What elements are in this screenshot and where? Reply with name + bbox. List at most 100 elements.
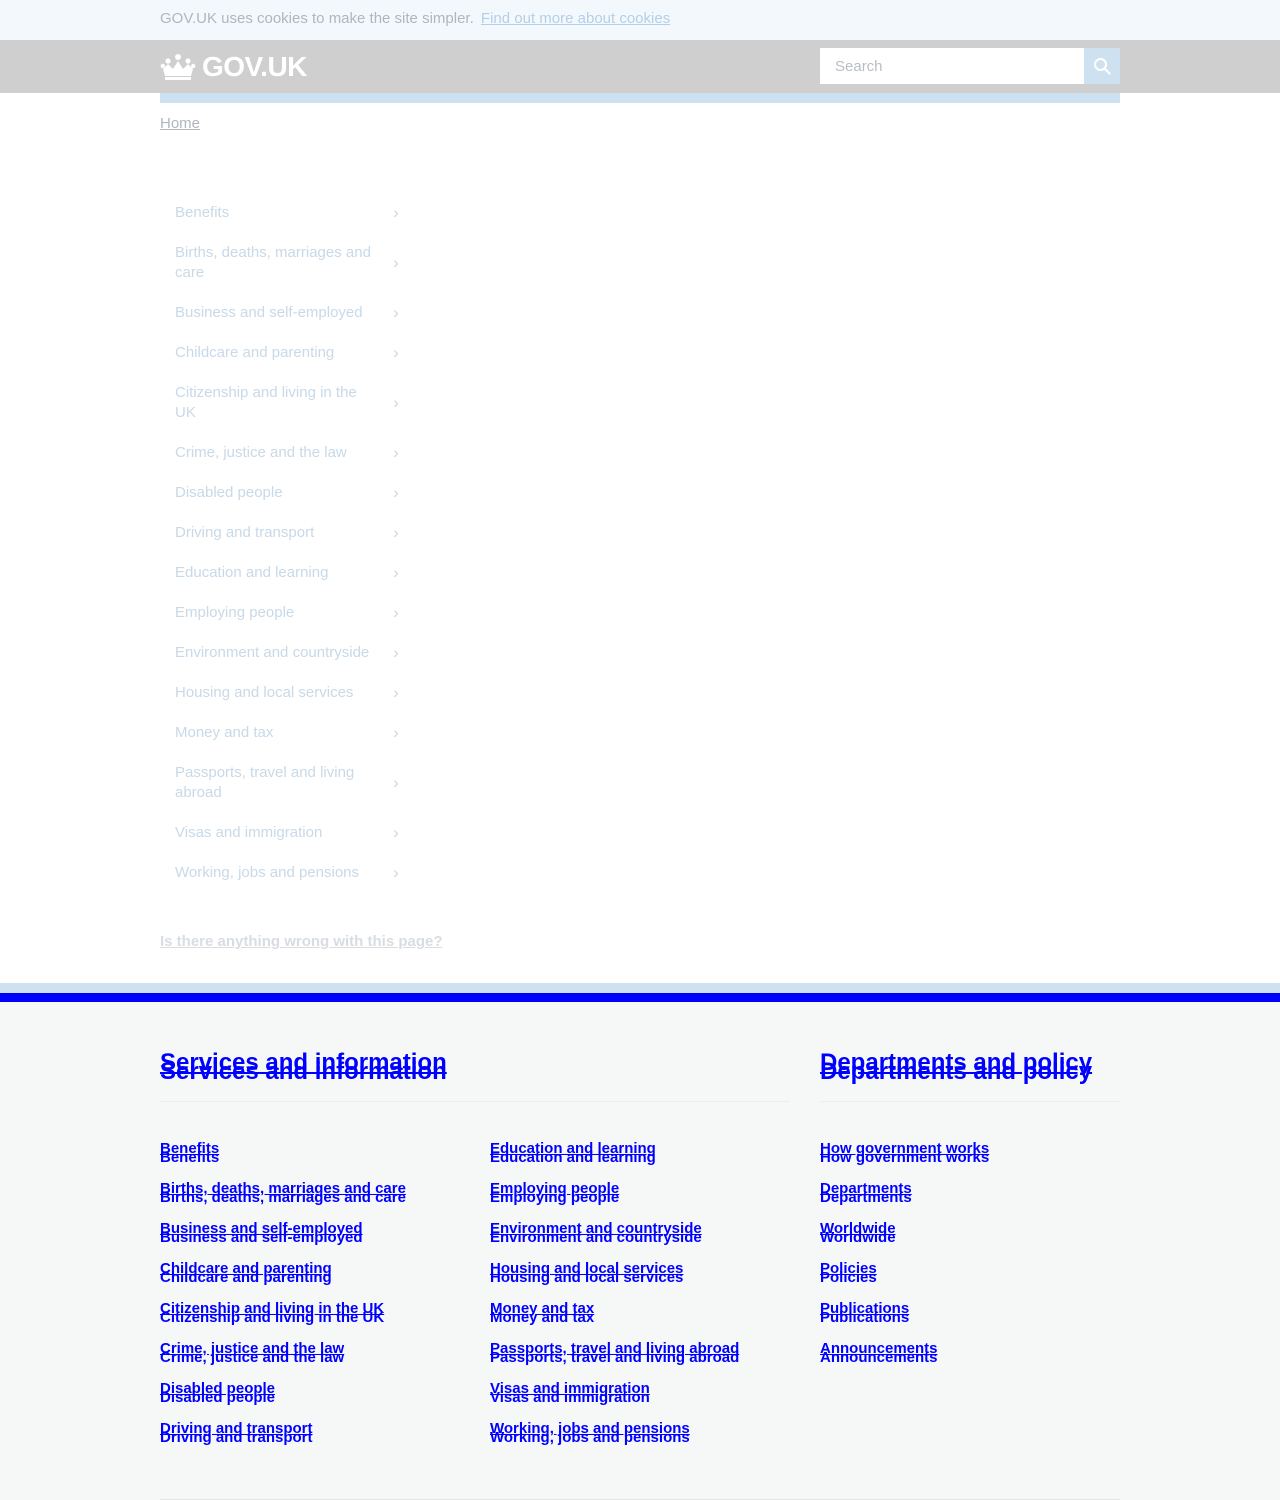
topic-item[interactable]: Business and self-employed › (160, 293, 405, 333)
search-icon (1094, 58, 1111, 75)
topic-item[interactable]: Births, deaths, marriages and care › (160, 233, 405, 293)
footer-link[interactable]: Business and self-employed Business and s… (160, 1220, 363, 1246)
footer-link[interactable]: Births, deaths, marriages and care Births… (160, 1180, 406, 1206)
chevron-right-icon: › (393, 723, 399, 742)
footer-link[interactable]: Policies Policies (820, 1260, 877, 1286)
cookie-info-link[interactable]: Find out more about cookies (481, 10, 670, 27)
topic-item[interactable]: Crime, justice and the law › (160, 433, 405, 473)
govuk-logo-link[interactable]: GOV.UK (160, 51, 307, 83)
departments-heading-echo: Departments and policy (820, 1058, 1093, 1085)
footer-blue-rule (0, 993, 1280, 1002)
footer-link-echo: Employing people (490, 1189, 620, 1206)
footer-link[interactable]: Housing and local services Housing and lo… (490, 1260, 683, 1286)
topic-label: Births, deaths, marriages and care (175, 244, 371, 281)
footer-list-item: Education and learning Education and lear… (490, 1140, 739, 1180)
footer-link-echo: Benefits (160, 1149, 220, 1166)
topic-item[interactable]: Benefits › (160, 193, 405, 233)
search-button[interactable] (1084, 48, 1120, 84)
footer-link[interactable]: Money and tax Money and tax (490, 1300, 594, 1326)
footer-link[interactable]: Visas and immigration Visas and immigrati… (490, 1380, 650, 1406)
footer-link-echo: Citizenship and living in the UK (160, 1309, 385, 1326)
footer-link[interactable]: Citizenship and living in the UK Citizens… (160, 1300, 384, 1326)
footer-link[interactable]: Driving and transport Driving and transpo… (160, 1420, 313, 1446)
footer-link[interactable]: Announcements Announcements (820, 1340, 938, 1366)
crown-icon (160, 54, 196, 80)
footer-link[interactable]: Employing people Employing people (490, 1180, 619, 1206)
footer-services-column-2: Education and learning Education and lear… (490, 1140, 739, 1460)
topic-item[interactable]: Money and tax › (160, 713, 405, 753)
footer-link[interactable]: Environment and countryside Environment a… (490, 1220, 702, 1246)
footer-list-item: How government works How government works (820, 1140, 989, 1180)
footer-link[interactable]: Benefits Benefits (160, 1140, 219, 1166)
services-heading-echo: Services and information (160, 1058, 447, 1085)
footer-link-echo: Crime, justice and the law (160, 1349, 345, 1366)
topic-item[interactable]: Driving and transport › (160, 513, 405, 553)
footer-link[interactable]: Departments Departments (820, 1180, 912, 1206)
footer-link[interactable]: Worldwide Worldwide (820, 1220, 896, 1246)
departments-divider (820, 1101, 1120, 1102)
report-problem-link[interactable]: Is there anything wrong with this page? (160, 933, 443, 950)
footer-link-echo: Childcare and parenting (160, 1269, 332, 1286)
footer-list-item: Citizenship and living in the UK Citizens… (160, 1300, 406, 1340)
topic-label: Disabled people (175, 484, 283, 501)
cookie-message: GOV.UK uses cookies to make the site sim… (160, 10, 474, 27)
topic-item[interactable]: Citizenship and living in the UK › (160, 373, 405, 433)
topic-navigation-list: Benefits › Births, deaths, marriages and c… (160, 193, 405, 893)
topic-item[interactable]: Environment and countryside › (160, 633, 405, 673)
topic-item[interactable]: Visas and immigration › (160, 813, 405, 853)
departments-heading[interactable]: Departments and policy Departments and p… (820, 1051, 1120, 1084)
topic-label: Business and self-employed (175, 304, 363, 321)
footer-link-echo: Business and self-employed (160, 1229, 363, 1246)
topic-item[interactable]: Working, jobs and pensions › (160, 853, 405, 893)
footer-list-item: Childcare and parenting Childcare and par… (160, 1260, 406, 1300)
topic-item[interactable]: Education and learning › (160, 553, 405, 593)
footer-link-echo: Departments (820, 1189, 912, 1206)
topic-item[interactable]: Disabled people › (160, 473, 405, 513)
footer-list-item: Business and self-employed Business and s… (160, 1220, 406, 1260)
footer-link-echo: Visas and immigration (490, 1389, 650, 1406)
chevron-right-icon: › (393, 203, 399, 222)
topic-label: Housing and local services (175, 684, 354, 701)
footer-list-item: Passports, travel and living abroad Passp… (490, 1340, 739, 1380)
footer-link[interactable]: Crime, justice and the law Crime, justice… (160, 1340, 344, 1366)
footer-link-echo: Births, deaths, marriages and care (160, 1189, 406, 1206)
footer-list-item: Announcements Announcements (820, 1340, 989, 1380)
chevron-right-icon: › (393, 773, 399, 792)
search-input[interactable] (820, 48, 1084, 84)
footer-link-echo: Passports, travel and living abroad (490, 1349, 740, 1366)
topic-label: Benefits (175, 204, 230, 221)
footer-link[interactable]: Working, jobs and pensions Working, jobs … (490, 1420, 690, 1446)
footer-link-echo: How government works (820, 1149, 990, 1166)
topic-label: Crime, justice and the law (175, 444, 347, 461)
chevron-right-icon: › (393, 823, 399, 842)
logo-text: GOV.UK (202, 51, 307, 82)
footer-link[interactable]: How government works How government works (820, 1140, 989, 1166)
topic-item[interactable]: Childcare and parenting › (160, 333, 405, 373)
chevron-right-icon: › (393, 643, 399, 662)
topic-label: Visas and immigration (175, 824, 323, 841)
footer-link[interactable]: Disabled people Disabled people (160, 1380, 275, 1406)
topic-item[interactable]: Employing people › (160, 593, 405, 633)
footer-list-item: Disabled people Disabled people (160, 1380, 406, 1420)
footer-link[interactable]: Publications Publications (820, 1300, 909, 1326)
breadcrumb-home-link[interactable]: Home (160, 115, 200, 132)
footer-link-echo: Disabled people (160, 1389, 276, 1406)
footer-link[interactable]: Childcare and parenting Childcare and par… (160, 1260, 332, 1286)
main-content: Home Benefits › Births, deaths, marriages … (160, 103, 1120, 983)
footer-list-item: Worldwide Worldwide (820, 1220, 989, 1260)
services-heading[interactable]: Services and information Services and in… (160, 1051, 790, 1084)
footer-light-rule (0, 983, 1280, 993)
topic-item[interactable]: Housing and local services › (160, 673, 405, 713)
footer-link[interactable]: Education and learning Education and lear… (490, 1140, 656, 1166)
footer-link-echo: Money and tax (490, 1309, 595, 1326)
cookie-banner-content: GOV.UK uses cookies to make the site sim… (160, 0, 1120, 27)
footer-list-item: Visas and immigration Visas and immigrati… (490, 1380, 739, 1420)
chevron-right-icon: › (393, 683, 399, 702)
topic-item[interactable]: Passports, travel and living abroad › (160, 753, 405, 813)
breadcrumb: Home (160, 115, 200, 132)
chevron-right-icon: › (393, 603, 399, 622)
footer-link-echo: Education and learning (490, 1149, 656, 1166)
footer-link[interactable]: Passports, travel and living abroad Passp… (490, 1340, 739, 1366)
footer-link-echo: Worldwide (820, 1229, 896, 1246)
footer-list-item: Crime, justice and the law Crime, justice… (160, 1340, 406, 1380)
